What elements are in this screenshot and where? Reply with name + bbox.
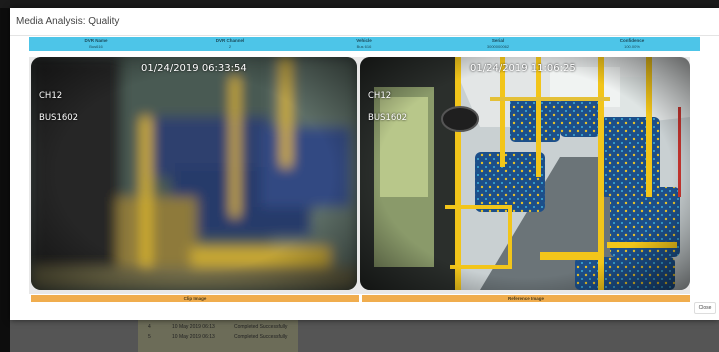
info-label: DVR Channel: [215, 38, 245, 43]
reference-channel: CH12: [368, 91, 392, 101]
clip-image-caption: Clip Image: [31, 295, 359, 302]
clip-timestamp: 01/24/2019 06:33:54: [141, 63, 247, 74]
reference-timestamp: 01/24/2019 11:06:25: [470, 63, 576, 74]
table-row: 5 10 May 2019 06:13 Completed Successful…: [138, 332, 298, 342]
row-index: 5: [148, 334, 151, 340]
table-row: 4 10 May 2019 06:13 Completed Successful…: [138, 322, 298, 332]
info-header: DVR Name Bus616 DVR Channel 2 Vehicle Bu…: [29, 37, 700, 51]
row-index: 4: [148, 324, 151, 330]
background-sidebar: [0, 8, 10, 352]
background-content: [10, 320, 719, 352]
clip-image-graphic: [31, 57, 357, 290]
frame-comparison-area: 01/24/2019 06:33:54 CH12 BUS1602 01/24/2…: [29, 57, 690, 294]
info-confidence: Confidence 100.00%: [565, 37, 699, 51]
clip-image: 01/24/2019 06:33:54 CH12 BUS1602: [31, 57, 357, 290]
info-label: Vehicle: [356, 38, 372, 43]
media-analysis-modal: Media Analysis: Quality DVR Name Bus616 …: [10, 8, 719, 320]
close-button[interactable]: Close: [694, 302, 716, 314]
info-value: Bus 616: [356, 44, 372, 49]
info-value: 2: [228, 44, 232, 49]
row-date: 10 May 2019 06:13: [172, 334, 215, 340]
background-app-topbar: [0, 0, 719, 8]
reference-image: 01/24/2019 11:06:25 CH12 BUS1602: [360, 57, 690, 290]
info-vehicle: Vehicle Bus 616: [297, 37, 431, 51]
info-label: Serial: [491, 38, 505, 43]
row-status: Completed Successfully: [234, 334, 288, 340]
info-value: Bus616: [89, 44, 103, 49]
info-value: 100.00%: [624, 44, 640, 49]
info-label: Confidence: [619, 38, 645, 43]
reference-image-caption: Reference Image: [362, 295, 690, 302]
clip-bus: BUS1602: [39, 113, 79, 123]
info-serial: Serial 3000000062: [431, 37, 565, 51]
reference-image-graphic: [360, 57, 690, 290]
background-table: 4 10 May 2019 06:13 Completed Successful…: [138, 320, 298, 352]
clip-channel: CH12: [39, 91, 63, 101]
modal-divider: [10, 35, 719, 36]
info-value: 3000000062: [486, 44, 510, 49]
row-status: Completed Successfully: [234, 324, 288, 330]
reference-bus: BUS1602: [368, 113, 408, 123]
info-dvr-name: DVR Name Bus616: [29, 37, 163, 51]
modal-title: Media Analysis: Quality: [16, 16, 120, 27]
row-date: 10 May 2019 06:13: [172, 324, 215, 330]
info-dvr-channel: DVR Channel 2: [163, 37, 297, 51]
info-label: DVR Name: [84, 38, 108, 43]
